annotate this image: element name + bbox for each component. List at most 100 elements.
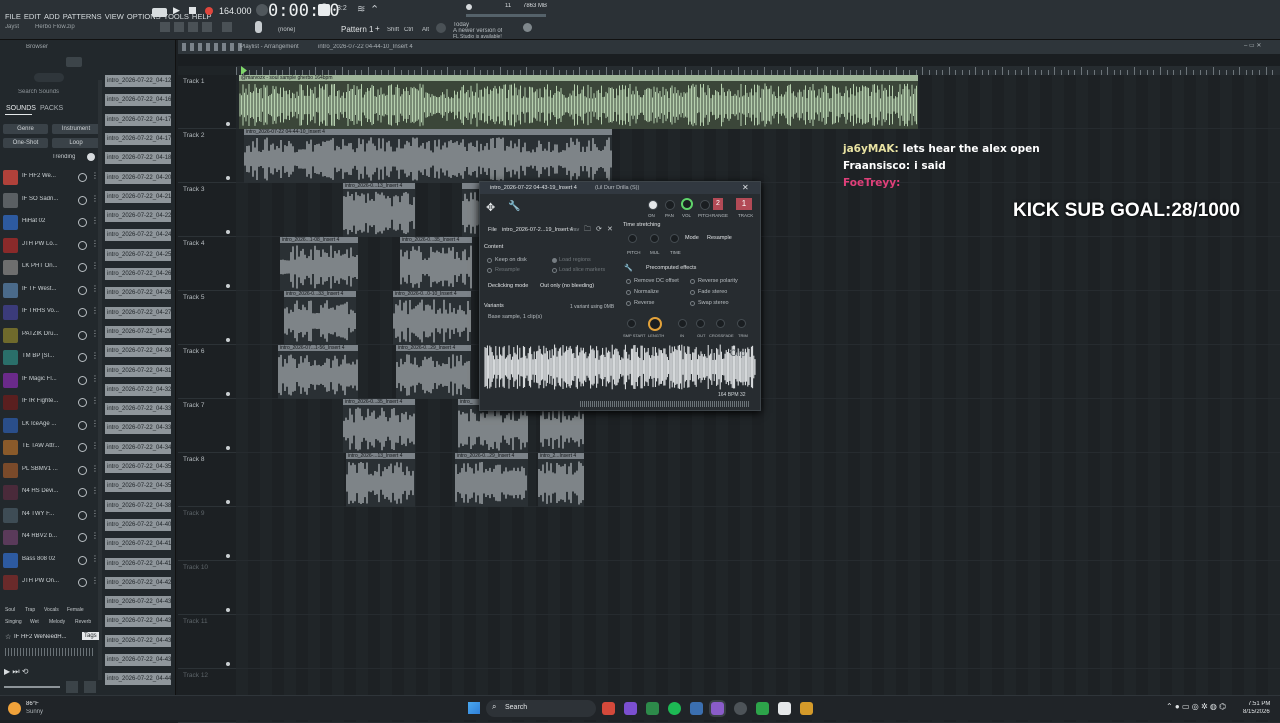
track-mute-led[interactable] bbox=[226, 608, 230, 612]
add-sound-icon[interactable] bbox=[78, 465, 87, 475]
track-mute-led[interactable] bbox=[226, 284, 230, 288]
tag-chip[interactable]: Vocals bbox=[44, 607, 59, 613]
track-header[interactable]: Track 5 bbox=[178, 291, 236, 345]
star-icon[interactable]: ☆ bbox=[5, 633, 11, 641]
audio-clip-track4b[interactable]: intro_2026-0...35_Insert 4 bbox=[400, 237, 472, 291]
sample-start-knob[interactable] bbox=[627, 319, 636, 328]
tempo-display[interactable]: 164.000 bbox=[219, 6, 252, 16]
add-sound-icon[interactable] bbox=[78, 195, 87, 205]
clip-list-item[interactable]: intro_2026-07-22_04-43... bbox=[105, 615, 171, 628]
fade-in-knob[interactable] bbox=[678, 319, 687, 328]
remove-dc-label[interactable]: Remove DC offset bbox=[634, 278, 679, 284]
clip-list-item[interactable]: intro_2026-07-22_04-43... bbox=[105, 654, 171, 666]
clip-list-item[interactable]: intro_2026-07-22_04-17... bbox=[105, 113, 171, 126]
menu-view[interactable]: VIEW bbox=[105, 12, 124, 21]
add-sound-icon[interactable] bbox=[78, 510, 87, 520]
audio-clip-track6a[interactable]: intro_2026-07...1-56_Insert 4 bbox=[278, 345, 358, 399]
ts-time-knob[interactable] bbox=[670, 234, 679, 243]
track-lane[interactable] bbox=[236, 561, 1280, 615]
clip-list-item[interactable]: intro_2026-07-22_04-44... bbox=[105, 673, 171, 686]
sample-overview-strip[interactable] bbox=[580, 401, 750, 407]
swap-stereo-radio[interactable] bbox=[690, 301, 695, 306]
add-sound-icon[interactable] bbox=[78, 353, 87, 362]
tags-button[interactable]: Tags bbox=[82, 632, 99, 640]
view-piano-roll-icon[interactable] bbox=[174, 22, 184, 32]
menu-edit[interactable]: EDIT bbox=[24, 12, 41, 21]
mode-dropdown[interactable]: Resample bbox=[707, 235, 732, 241]
app-icon-2[interactable] bbox=[646, 702, 659, 715]
clip-list-item[interactable]: intro_2026-07-22_04-40... bbox=[105, 518, 171, 531]
refresh-icon[interactable]: ⟳ bbox=[596, 225, 602, 233]
move-icon[interactable]: ✥ bbox=[486, 201, 495, 214]
clip-list-item[interactable]: intro_2026-07-22_04-31... bbox=[105, 364, 171, 377]
weather-sun-icon[interactable] bbox=[8, 702, 21, 715]
pattern-selector[interactable]: Pattern 1 bbox=[341, 25, 373, 34]
clip-list-item[interactable]: intro_2026-07-22_04-18... bbox=[105, 152, 171, 165]
reverse-polarity-label[interactable]: Reverse polarity bbox=[698, 278, 738, 284]
add-sound-icon[interactable] bbox=[78, 173, 87, 182]
taskbar-search[interactable]: ⌕ Search bbox=[486, 700, 596, 717]
ctrl-key[interactable]: Ctrl bbox=[404, 27, 413, 33]
snap-icon[interactable]: ≋ bbox=[357, 4, 365, 15]
clip-list-item[interactable]: intro_2026-07-22_04-35... bbox=[105, 480, 171, 493]
clip-list-item[interactable]: intro_2026-07-22_04-43... bbox=[105, 634, 171, 647]
add-sound-icon[interactable] bbox=[78, 488, 87, 497]
add-sound-icon[interactable] bbox=[78, 533, 87, 542]
clip-list-item[interactable]: intro_2026-07-22_04-41... bbox=[105, 557, 171, 570]
metronome-icon[interactable] bbox=[256, 4, 268, 16]
fade-out-knob[interactable] bbox=[696, 319, 705, 328]
track-header[interactable]: Track 10 bbox=[178, 561, 236, 615]
ts-pitch-knob[interactable] bbox=[628, 234, 637, 243]
keep-on-disk-radio[interactable] bbox=[487, 258, 492, 263]
track-header[interactable]: Track 3 bbox=[178, 183, 236, 237]
browser-view-toggle[interactable] bbox=[66, 57, 82, 67]
track-lane[interactable] bbox=[236, 507, 1280, 561]
add-sound-icon[interactable] bbox=[78, 375, 87, 385]
load-regions-label[interactable]: Load regions bbox=[559, 257, 591, 263]
stop-icon[interactable] bbox=[189, 7, 196, 14]
clip-list-item[interactable]: intro_2026-07-22_04-38... bbox=[105, 499, 171, 512]
add-pattern-icon[interactable]: + bbox=[375, 24, 380, 33]
tag-chip[interactable]: Trap bbox=[25, 607, 35, 613]
pattern-mode[interactable]: (none) bbox=[278, 27, 295, 33]
pan-knob[interactable] bbox=[665, 200, 675, 210]
clip-list-item[interactable]: intro_2026-07-22_04-22... bbox=[105, 210, 171, 223]
clip-list-item[interactable]: intro_2026-07-22_04-24... bbox=[105, 229, 171, 242]
fade-stereo-label[interactable]: Fade stereo bbox=[698, 289, 727, 295]
add-sound-icon[interactable] bbox=[78, 330, 87, 340]
genre-filter[interactable]: Genre bbox=[3, 124, 48, 134]
track-header[interactable]: Track 6 bbox=[178, 345, 236, 399]
clip-list-item[interactable]: intro_2026-07-22_04-43... bbox=[105, 596, 171, 609]
menu-file[interactable]: FILE bbox=[5, 12, 21, 21]
windows-start-icon[interactable] bbox=[468, 702, 480, 714]
normalize-label[interactable]: Normalize bbox=[634, 289, 659, 295]
fl-studio-icon[interactable] bbox=[711, 702, 724, 715]
menu-add[interactable]: ADD bbox=[44, 12, 60, 21]
audio-clip-track4a[interactable]: intro_2026...1-08_Insert 4 bbox=[280, 237, 358, 291]
preview-volume-slider[interactable] bbox=[4, 686, 60, 688]
oneshot-filter[interactable]: One-Shot bbox=[3, 138, 48, 148]
tab-sounds[interactable]: SOUNDS bbox=[6, 105, 36, 112]
clip-list-item[interactable]: intro_2026-07-22_04-41... bbox=[105, 538, 171, 551]
clip-list-item[interactable]: intro_2026-07-22_04-33... bbox=[105, 422, 171, 435]
alt-key[interactable]: Alt bbox=[422, 27, 429, 33]
browser-scrollbar[interactable] bbox=[98, 80, 102, 680]
sort-dropdown[interactable]: Trending bbox=[52, 154, 75, 160]
sample-waveform-display[interactable] bbox=[484, 342, 756, 392]
clip-list-item[interactable]: intro_2026-07-22_04-12... bbox=[105, 75, 171, 87]
track-header[interactable]: Track 9 bbox=[178, 507, 236, 561]
length-knob[interactable] bbox=[648, 317, 662, 331]
add-sound-icon[interactable] bbox=[78, 398, 87, 407]
audio-clip-track8a[interactable]: intro_2026-...13_Insert 4 bbox=[346, 453, 415, 507]
record-icon[interactable] bbox=[205, 7, 213, 15]
audio-clip-track1[interactable]: @marvozx - soul sample gherbo 164bpm bbox=[239, 75, 918, 129]
song-mode-toggle[interactable] bbox=[152, 8, 167, 17]
add-sound-icon[interactable] bbox=[78, 240, 87, 250]
normalize-radio[interactable] bbox=[626, 290, 631, 295]
reverse-label[interactable]: Reverse bbox=[634, 300, 654, 306]
add-sound-icon[interactable] bbox=[78, 555, 87, 565]
clip-list-item[interactable]: intro_2026-07-22_04-21... bbox=[105, 190, 171, 203]
clip-list-item[interactable]: intro_2026-07-22_04-42... bbox=[105, 576, 171, 589]
track-header[interactable]: Track 11 bbox=[178, 615, 236, 669]
track-mute-led[interactable] bbox=[226, 554, 230, 558]
